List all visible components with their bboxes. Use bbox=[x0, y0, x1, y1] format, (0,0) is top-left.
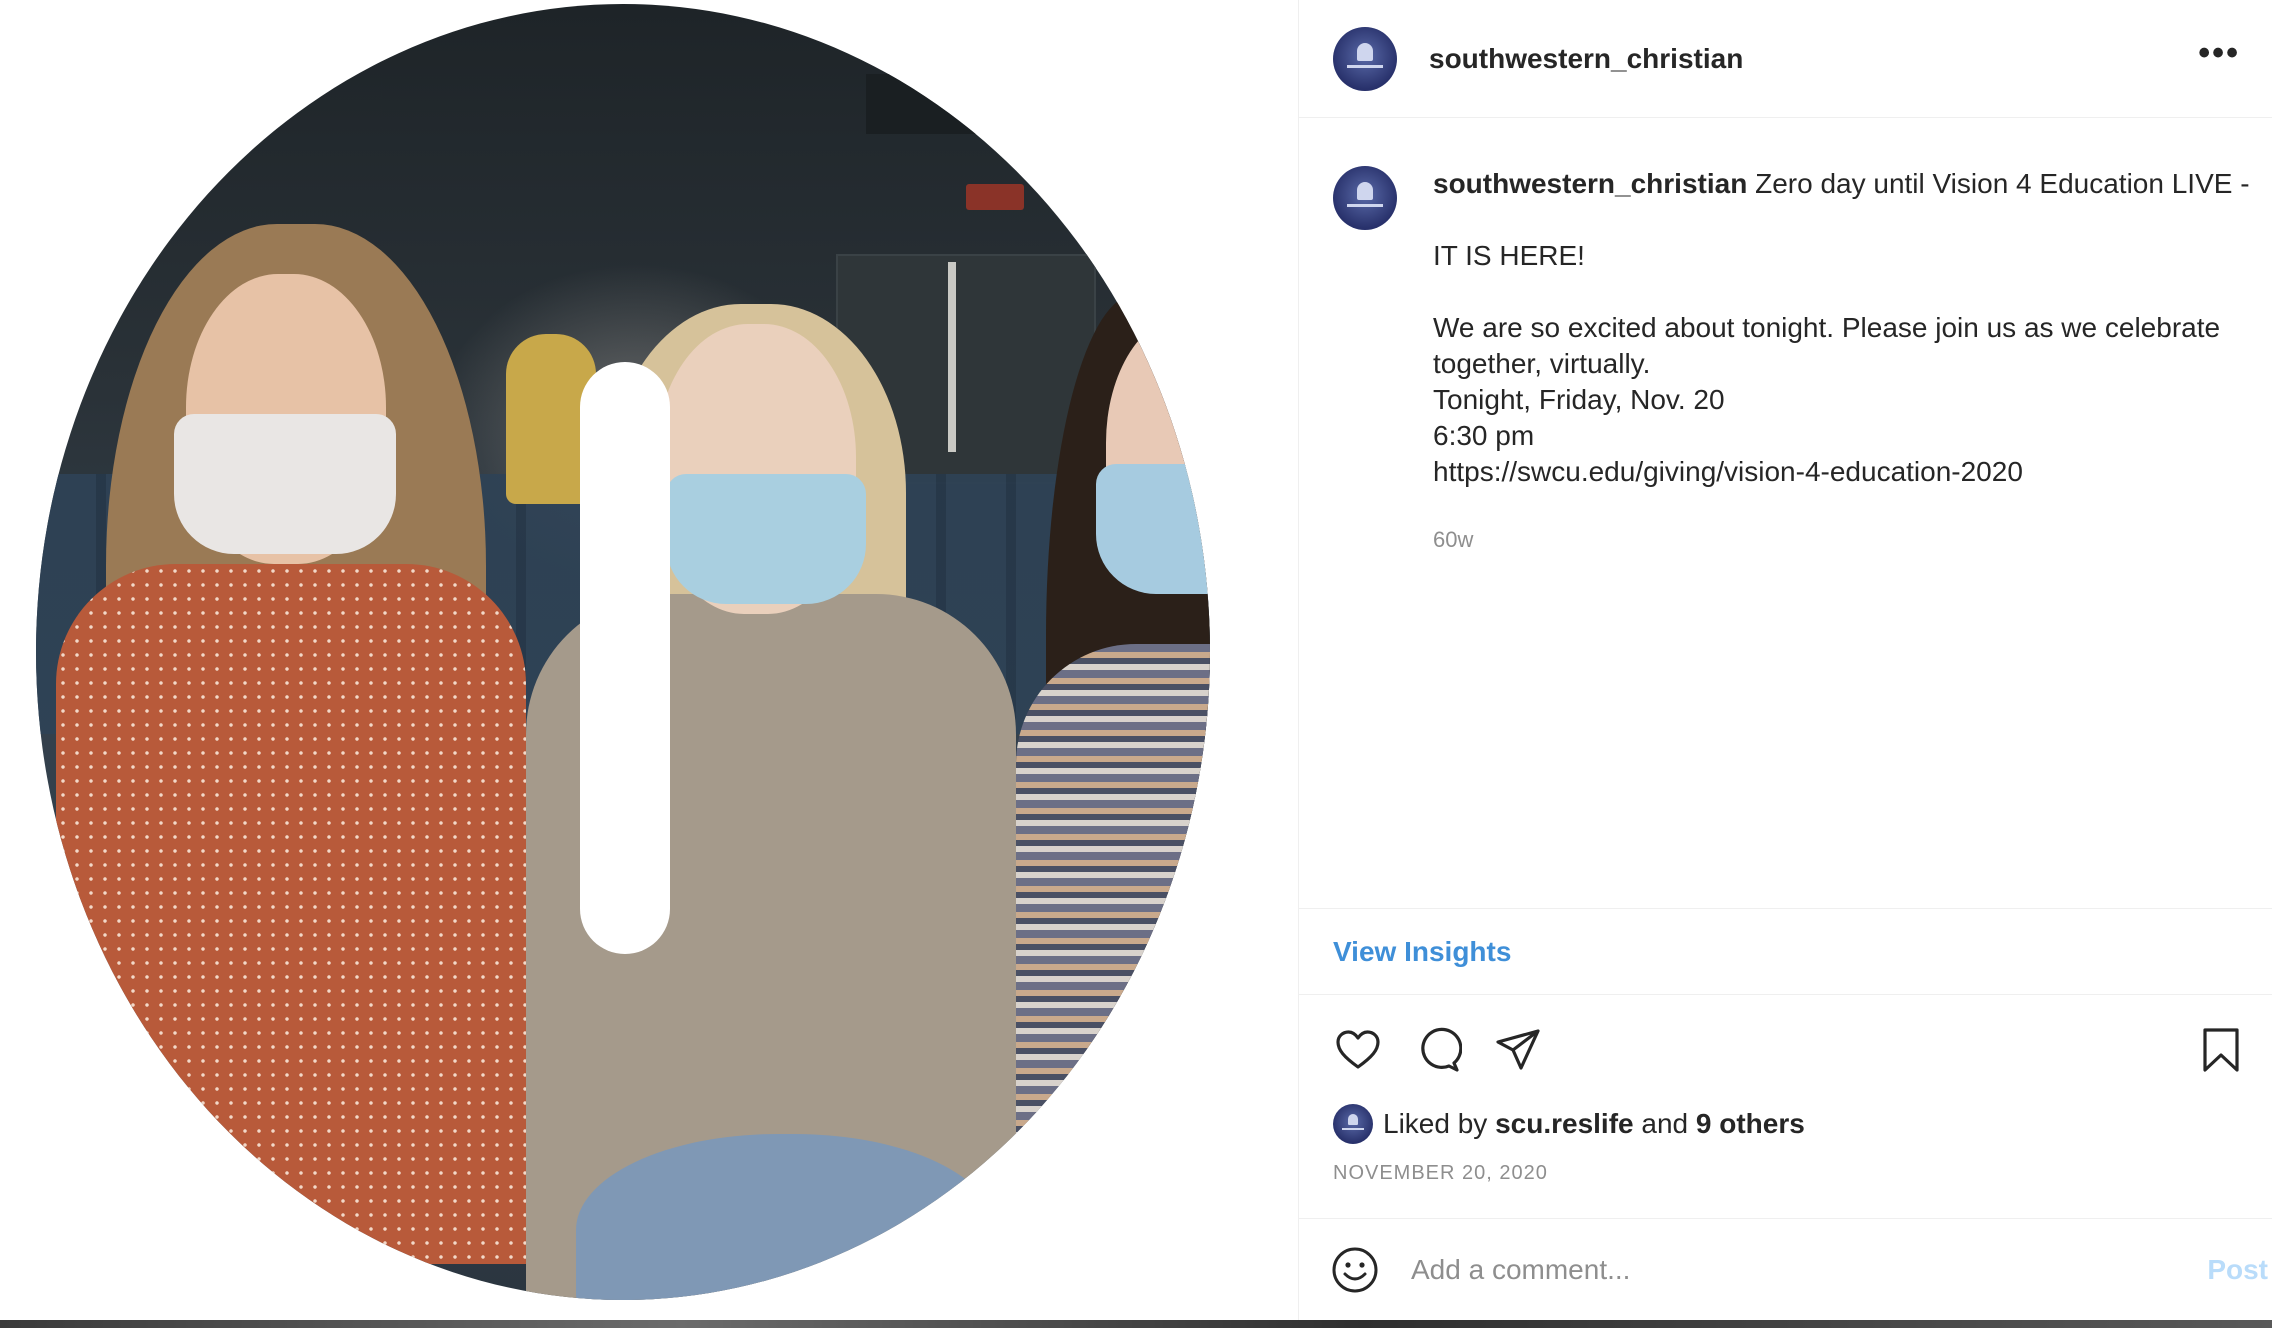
share-button[interactable] bbox=[1493, 1025, 1543, 1075]
bg-pole bbox=[948, 262, 956, 452]
post-header: southwestern_christian ••• bbox=[1299, 0, 2272, 118]
post-media[interactable] bbox=[0, 0, 1298, 1320]
profile-avatar[interactable] bbox=[1333, 26, 1397, 91]
background-strip bbox=[0, 1320, 2272, 1328]
bg-vent bbox=[866, 74, 1066, 134]
comment-button[interactable] bbox=[1413, 1025, 1463, 1075]
header-username[interactable]: southwestern_christian bbox=[1429, 43, 1743, 75]
heart-icon bbox=[1336, 1030, 1380, 1069]
comment-icon bbox=[1421, 1027, 1462, 1072]
save-button[interactable] bbox=[2196, 1025, 2246, 1075]
action-bar bbox=[1299, 1000, 2272, 1100]
zero-inner-slot bbox=[580, 362, 670, 954]
post-details-panel: southwestern_christian ••• southwestern_… bbox=[1298, 0, 2272, 1320]
caption-line: We are so excited about tonight. Please … bbox=[1433, 312, 2221, 343]
post-comment-button[interactable]: Post bbox=[2207, 1254, 2268, 1286]
caption-line: Zero day until Vision 4 Education LIVE - bbox=[1755, 168, 2250, 199]
caption-relative-time[interactable]: 60w bbox=[1433, 522, 2250, 558]
bookmark-icon bbox=[2203, 1028, 2239, 1072]
caption-line: IT IS HERE! bbox=[1433, 240, 1585, 271]
comment-bar: Post bbox=[1299, 1218, 2272, 1320]
caption-line: 6:30 pm bbox=[1433, 420, 1535, 451]
caption-line: Tonight, Friday, Nov. 20 bbox=[1433, 384, 1725, 415]
caption-section: southwestern_christian Zero day until Vi… bbox=[1299, 118, 2272, 908]
person-middle-mask bbox=[666, 474, 866, 604]
likes-prefix: Liked by bbox=[1383, 1108, 1488, 1139]
emoji-icon[interactable] bbox=[1331, 1246, 1379, 1294]
liker-username[interactable]: scu.reslife bbox=[1495, 1108, 1634, 1139]
person-right-mask bbox=[1096, 464, 1210, 594]
likes-connector: and bbox=[1641, 1108, 1689, 1139]
post-date[interactable]: NOVEMBER 20, 2020 bbox=[1333, 1162, 1548, 1185]
likes-others-link[interactable]: 9 others bbox=[1696, 1108, 1805, 1139]
share-icon bbox=[1496, 1029, 1540, 1070]
caption-avatar[interactable] bbox=[1333, 166, 1397, 230]
caption-line: together, virtually. bbox=[1433, 348, 1651, 379]
person-right-body bbox=[1016, 644, 1210, 1300]
insights-row: View Insights bbox=[1299, 908, 2272, 995]
person-left-mask bbox=[174, 414, 396, 554]
likes-text: Liked by scu.reslife and 9 others bbox=[1383, 1108, 1805, 1140]
caption-link[interactable]: https://swcu.edu/giving/vision-4-educati… bbox=[1433, 454, 2250, 490]
liker-avatar[interactable] bbox=[1333, 1104, 1373, 1144]
comment-input[interactable] bbox=[1411, 1253, 2208, 1286]
view-insights-link[interactable]: View Insights bbox=[1333, 936, 1511, 968]
person-left-body bbox=[56, 564, 526, 1264]
like-button[interactable] bbox=[1333, 1025, 1383, 1075]
bg-exit-sign bbox=[966, 184, 1024, 210]
caption-username[interactable]: southwestern_christian bbox=[1433, 168, 1747, 199]
more-options-icon[interactable]: ••• bbox=[2198, 36, 2240, 82]
likes-summary: Liked by scu.reslife and 9 others bbox=[1333, 1104, 1805, 1144]
caption-text: southwestern_christian Zero day until Vi… bbox=[1433, 166, 2250, 558]
